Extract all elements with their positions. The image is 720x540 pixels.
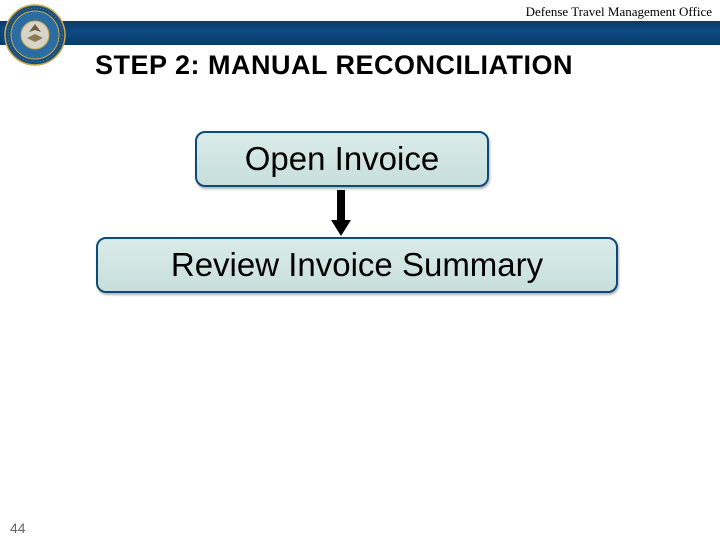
header-office-label: Defense Travel Management Office bbox=[526, 4, 712, 20]
header-bar bbox=[0, 21, 720, 45]
flow-step-2-label: Review Invoice Summary bbox=[171, 246, 543, 284]
flow-step-2: Review Invoice Summary bbox=[96, 237, 618, 293]
slide-title: STEP 2: MANUAL RECONCILIATION bbox=[95, 50, 573, 81]
page-number: 44 bbox=[10, 520, 26, 536]
flow-step-1: Open Invoice bbox=[195, 131, 489, 187]
arrow-down-icon bbox=[333, 190, 349, 236]
flow-step-1-label: Open Invoice bbox=[245, 140, 439, 178]
dod-seal-icon bbox=[4, 4, 66, 66]
